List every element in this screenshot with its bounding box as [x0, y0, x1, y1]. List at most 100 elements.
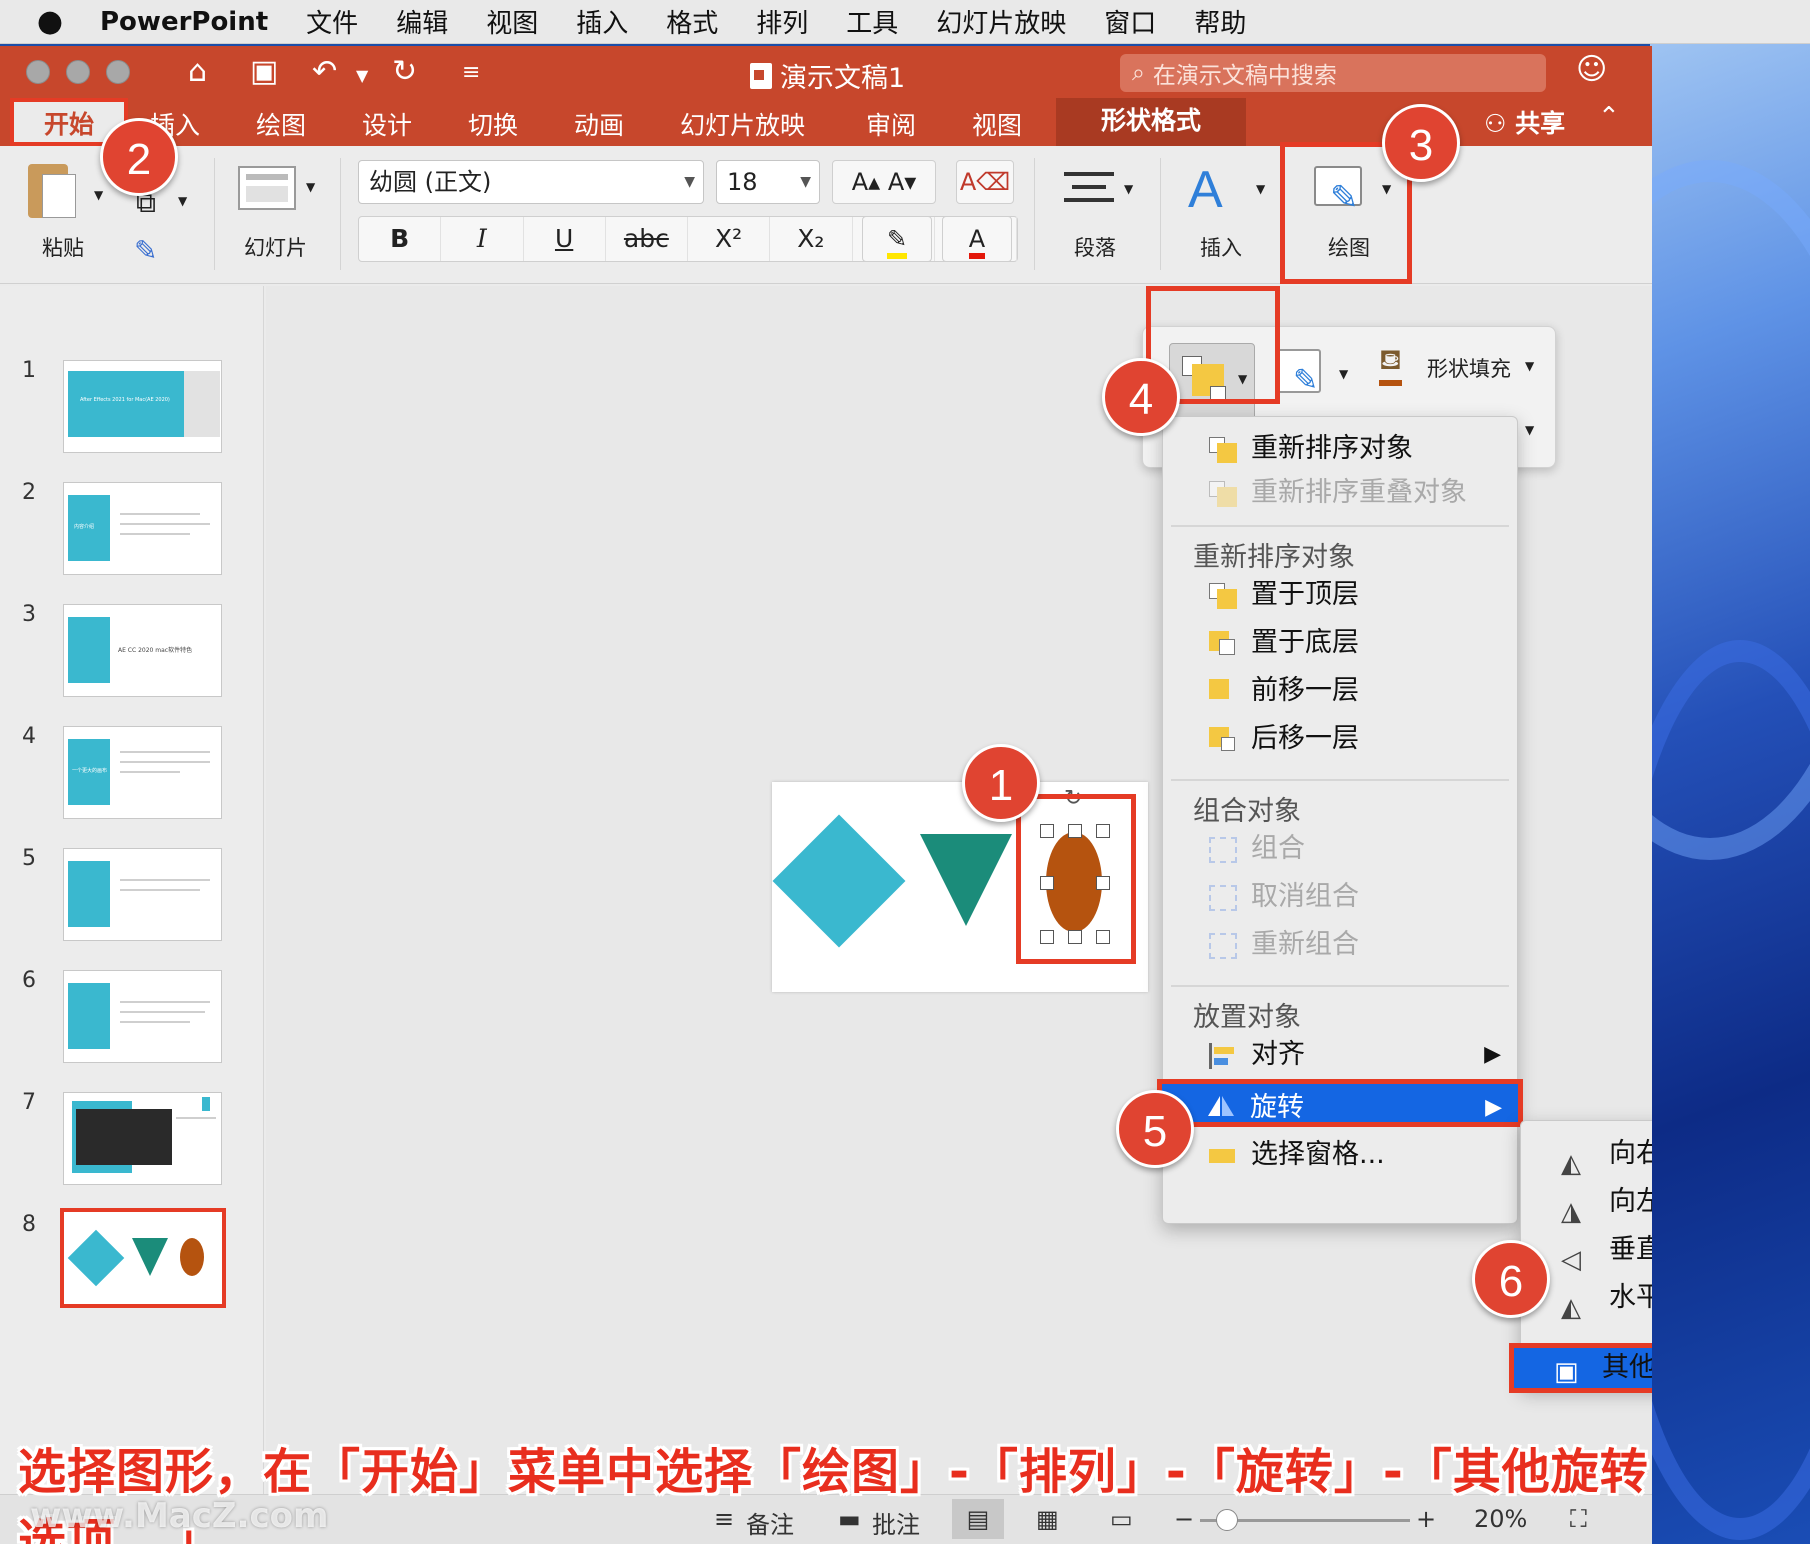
- superscript-icon[interactable]: X²: [688, 217, 771, 261]
- underline-icon[interactable]: U: [524, 217, 606, 261]
- clear-formatting-icon[interactable]: A⌫: [956, 160, 1014, 204]
- menu-help[interactable]: 帮助: [1194, 3, 1246, 40]
- menu-slideshow[interactable]: 幻灯片放映: [936, 3, 1066, 40]
- paste-dropdown-icon[interactable]: ▼: [94, 188, 103, 202]
- tab-design[interactable]: 设计: [362, 106, 412, 142]
- slide-thumbnail-6[interactable]: [63, 970, 222, 1063]
- undo-dropdown-icon[interactable]: ▼: [356, 66, 368, 85]
- menu-item-reorder-objects[interactable]: 重新排序对象: [1163, 427, 1517, 471]
- step-badge-5: 5: [1116, 1090, 1194, 1168]
- slide-thumbnail-1[interactable]: After Effects 2021 for Mac(AE 2020): [63, 360, 222, 453]
- menu-item-rotate[interactable]: 旋转 ▶: [1157, 1079, 1523, 1127]
- chevron-down-icon: ▼: [800, 174, 811, 190]
- tab-shape-format[interactable]: 形状格式: [1056, 98, 1246, 146]
- reorder-overlap-icon: [1209, 481, 1237, 507]
- insert-text-icon[interactable]: A: [1188, 160, 1223, 220]
- thumb-number: 8: [22, 1212, 36, 1237]
- new-slide-dropdown-icon[interactable]: ▼: [306, 180, 315, 194]
- home-icon[interactable]: ⌂: [188, 54, 207, 89]
- decrease-font-icon[interactable]: A▾: [888, 168, 916, 196]
- menu-item-send-backward[interactable]: 后移一层: [1163, 717, 1517, 761]
- shape-fill-label[interactable]: 形状填充: [1427, 353, 1511, 383]
- menu-file[interactable]: 文件: [306, 3, 358, 40]
- diamond-shape[interactable]: [772, 814, 906, 948]
- tab-view[interactable]: 视图: [972, 106, 1022, 142]
- menu-insert[interactable]: 插入: [576, 3, 628, 40]
- font-size-grow-shrink[interactable]: A▴ A▾: [832, 160, 936, 204]
- menu-item-send-to-back[interactable]: 置于底层: [1163, 621, 1517, 665]
- tab-transitions[interactable]: 切换: [468, 106, 518, 142]
- subscript-icon[interactable]: X₂: [770, 217, 853, 261]
- zoom-button[interactable]: [106, 60, 130, 84]
- menu-item-regroup: 重新组合: [1163, 923, 1517, 967]
- tab-review[interactable]: 审阅: [866, 106, 916, 142]
- thumb-text-line: [120, 771, 180, 773]
- thumb-number: 2: [22, 480, 36, 505]
- tab-draw[interactable]: 绘图: [256, 106, 306, 142]
- slide-thumbnail-3[interactable]: AE CC 2020 mac软件特色: [63, 604, 222, 697]
- paint-bucket-icon[interactable]: ⛾: [1379, 343, 1402, 386]
- thumb-text-line: [120, 879, 210, 881]
- triangle-shape[interactable]: [920, 834, 1012, 926]
- submenu-rotate-right-90[interactable]: ◭ 向右旋转 90°: [1521, 1131, 1652, 1179]
- paragraph-dropdown-icon[interactable]: ▼: [1124, 182, 1133, 196]
- watermark: www.MacZ.com: [30, 1496, 329, 1536]
- search-field[interactable]: ⌕ 在演示文稿中搜索: [1120, 54, 1546, 92]
- menu-app-name[interactable]: PowerPoint: [100, 7, 268, 37]
- chevron-down-icon[interactable]: ▼: [1525, 423, 1534, 437]
- menu-item-align[interactable]: 对齐 ▶: [1163, 1033, 1517, 1077]
- undo-icon[interactable]: ↶: [312, 54, 337, 89]
- slide-thumbnail-8[interactable]: [60, 1208, 226, 1308]
- menu-item-ungroup: 取消组合: [1163, 875, 1517, 919]
- menu-item-bring-to-front[interactable]: 置于顶层: [1163, 573, 1517, 617]
- increase-font-icon[interactable]: A▴: [852, 168, 880, 196]
- chevron-down-icon[interactable]: ▼: [1525, 359, 1534, 373]
- apple-icon[interactable]: ●: [0, 4, 100, 39]
- highlight-color-icon[interactable]: ✎: [862, 216, 932, 262]
- save-icon[interactable]: ▣: [250, 54, 278, 89]
- slide-thumbnail-5[interactable]: [63, 848, 222, 941]
- slide-thumbnail-2[interactable]: 内容介绍: [63, 482, 222, 575]
- step-badge-3: 3: [1382, 104, 1460, 182]
- menu-view[interactable]: 视图: [486, 3, 538, 40]
- menu-item-selection-pane[interactable]: 选择窗格...: [1163, 1133, 1517, 1177]
- font-size-value: 18: [727, 168, 758, 196]
- menu-format[interactable]: 格式: [666, 3, 718, 40]
- font-color-icon[interactable]: A: [942, 216, 1012, 262]
- menu-item-label: 重新排序对象: [1251, 433, 1413, 464]
- minimize-button[interactable]: [66, 60, 90, 84]
- feedback-smiley-icon[interactable]: ☺: [1576, 52, 1607, 87]
- collapse-ribbon-icon[interactable]: ⌃: [1598, 102, 1620, 132]
- menu-header-reorder: 重新排序对象: [1193, 542, 1355, 573]
- menu-edit[interactable]: 编辑: [396, 3, 448, 40]
- tab-slideshow[interactable]: 幻灯片放映: [680, 106, 805, 142]
- close-button[interactable]: [26, 60, 50, 84]
- menu-header-position: 放置对象: [1193, 1002, 1301, 1033]
- slide-thumbnail-7[interactable]: [63, 1092, 222, 1185]
- format-painter-icon[interactable]: ✎: [134, 234, 157, 267]
- font-size-select[interactable]: 18 ▼: [716, 160, 820, 204]
- insert-dropdown-icon[interactable]: ▼: [1256, 182, 1265, 196]
- share-button[interactable]: ⚇ 共享: [1484, 104, 1565, 140]
- tab-animations[interactable]: 动画: [574, 106, 624, 142]
- copy-dropdown-icon[interactable]: ▼: [178, 194, 187, 208]
- paragraph-icon[interactable]: [1064, 172, 1114, 212]
- menu-item-bring-forward[interactable]: 前移一层: [1163, 669, 1517, 713]
- submenu-rotate-left-90[interactable]: ◮ 向左旋转 90°: [1521, 1179, 1652, 1227]
- italic-icon[interactable]: I: [441, 217, 524, 261]
- new-slide-icon[interactable]: [238, 166, 296, 210]
- strikethrough-icon[interactable]: abc: [606, 217, 688, 261]
- submenu-more-rotation-options[interactable]: ▣ 其他旋转选项...: [1509, 1343, 1652, 1393]
- font-name-select[interactable]: 幼圆 (正文) ▼: [358, 160, 704, 204]
- menu-arrange[interactable]: 排列: [756, 3, 808, 40]
- chevron-down-icon[interactable]: ▼: [1339, 367, 1348, 381]
- bold-icon[interactable]: B: [359, 217, 442, 261]
- paste-button[interactable]: [28, 158, 78, 220]
- ribbon-separator: [340, 158, 341, 270]
- thumb-text-line: [120, 1021, 190, 1023]
- slide-thumbnail-4[interactable]: 一个更大的画布: [63, 726, 222, 819]
- menu-tools[interactable]: 工具: [846, 3, 898, 40]
- customize-toolbar-icon[interactable]: ≡: [462, 60, 480, 85]
- menu-window[interactable]: 窗口: [1104, 3, 1156, 40]
- redo-icon[interactable]: ↻: [392, 54, 417, 89]
